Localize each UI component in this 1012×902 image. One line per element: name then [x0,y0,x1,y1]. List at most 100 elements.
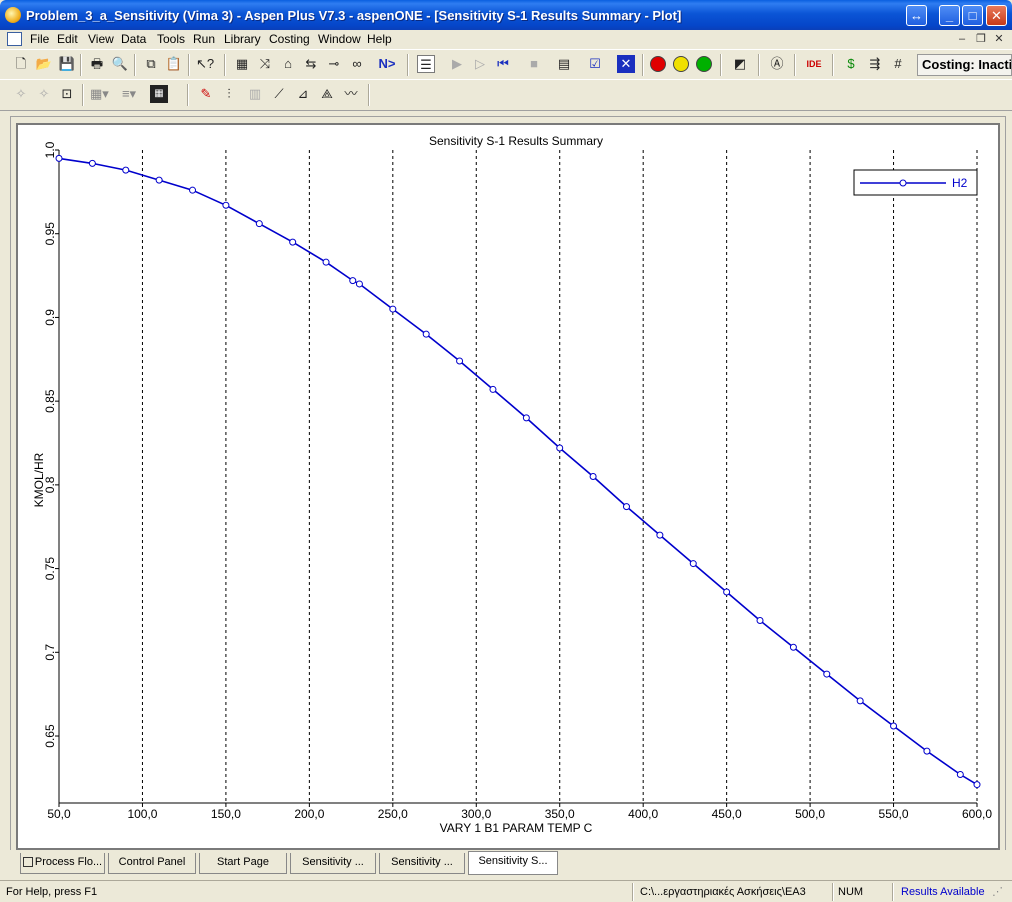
yellow-status-icon[interactable] [673,56,689,72]
new-file-icon[interactable]: 🗋 [12,55,30,73]
menu-window[interactable]: Window [318,32,361,46]
x-tick-label: 300,0 [461,807,491,821]
zoom-out-icon[interactable]: ✧ [35,85,53,103]
menu-library[interactable]: Library [224,32,261,46]
mdi-restore-button[interactable]: ❐ [974,32,988,46]
display-plot-icon[interactable]: ▥ [246,85,264,103]
parametric-plot-icon[interactable]: ⫶ [220,85,238,103]
energy-analyzer-icon[interactable]: IDE [805,55,823,73]
grid-icon[interactable]: # [889,55,907,73]
document-icon[interactable] [7,32,22,46]
data-point [155,176,163,184]
menu-view[interactable]: View [88,32,114,46]
data-browser-icon[interactable]: ▦ [233,55,251,73]
series-h2 [55,154,981,789]
paste-icon[interactable]: 📋 [165,55,183,73]
toolbar-separator [832,54,834,76]
reconcile-icon[interactable]: ⇆ [302,55,320,73]
data-point [656,531,664,539]
data-point [55,154,63,162]
status-separator [832,883,834,901]
close-button[interactable]: ✕ [986,5,1007,26]
line-style-dropdown-icon[interactable]: ≡▾ [120,85,138,103]
data-point [823,670,831,678]
calculator-icon[interactable]: ∞ [348,55,366,73]
reinitialize-icon[interactable]: ⏮ [494,55,512,73]
y-tick-label: 1.0 [43,141,57,158]
plot-axes-icon[interactable]: ⊿ [294,85,312,103]
stop-icon[interactable]: ■ [525,55,543,73]
flowsheet-connect-icon[interactable]: ⤨ [256,55,274,73]
menu-file[interactable]: File [30,32,49,46]
menu-run[interactable]: Run [193,32,215,46]
save-icon[interactable]: 💾 [58,55,76,73]
menu-costing[interactable]: Costing [269,32,310,46]
stream-icon[interactable]: ⌂ [279,55,297,73]
tab-sensitivity-1[interactable]: Sensitivity ... [290,853,376,874]
data-point [189,186,197,194]
status-file-path: C:\...εργαστηριακές Ασκήσεις\EA3 [640,886,806,898]
toolbar-separator [187,84,189,106]
menu-data[interactable]: Data [121,32,146,46]
menu-help[interactable]: Help [367,32,392,46]
check-results-icon[interactable]: ☑ [586,55,604,73]
map-icon[interactable]: ⇶ [866,55,884,73]
chart-title: Sensitivity S-1 Results Summary [429,134,603,148]
status-help-text: For Help, press F1 [6,886,98,898]
copy-icon[interactable]: ⧉ [142,55,160,73]
aspen-logo-icon[interactable]: Ⓐ [768,55,786,73]
step-icon[interactable]: ▷ [471,55,489,73]
tab-start-page[interactable]: Start Page [199,853,287,874]
analysis-icon[interactable]: ◩ [731,55,749,73]
control-panel-icon[interactable]: ☰ [417,55,435,73]
mdi-minimize-button[interactable]: – [955,32,969,46]
plot-curve-icon[interactable]: ⟋ [270,85,288,103]
zoom-full-icon[interactable]: ⊡ [58,85,76,103]
green-status-icon[interactable] [696,56,712,72]
aspen-app-icon[interactable] [5,7,21,23]
tab-control-panel[interactable]: Control Panel [108,853,196,874]
plot-line-icon[interactable]: ⟁ [318,85,336,103]
results-icon[interactable]: ▤ [555,55,573,73]
tab-process-flowsheet[interactable]: Process Flo... [20,853,105,874]
tab-sensitivity-plot[interactable]: Sensitivity S... [468,851,558,875]
print-preview-icon[interactable]: 🔍 [111,55,129,73]
plot-compare-icon[interactable]: 〰 [342,85,360,103]
resize-icon[interactable]: ↔ [906,5,927,26]
plot-wizard-icon[interactable]: ✎ [197,85,215,103]
red-status-icon[interactable] [650,56,666,72]
plot-toolbar: ✧ ✧ ⊡ ▦▾ ≡▾ ▦ ✎ ⫶ ▥ ⟋ ⊿ ⟁ 〰 [0,79,1012,111]
sensitivity-plot[interactable]: 50,0 100,0 150,0 200,0 250,0 300,0 350,0 400,0 4… [16,123,1000,850]
plot-area-dropdown-icon[interactable]: ▦▾ [90,85,109,103]
legend[interactable]: H2 [853,169,978,196]
title-bar[interactable]: Problem_3_a_Sensitivity (Vima 3) - Aspen… [0,0,1012,30]
data-point [689,560,697,568]
costing-status-field[interactable]: Costing: Inactive [917,54,1012,76]
next-button[interactable]: N> [378,55,396,73]
costing-icon[interactable]: $ [842,55,860,73]
x-tick-label: 100,0 [127,807,157,821]
tab-sensitivity-2[interactable]: Sensitivity ... [379,853,465,874]
zoom-in-icon[interactable]: ✧ [12,85,30,103]
menu-tools[interactable]: Tools [157,32,185,46]
toolbar-separator [368,84,370,106]
data-point [622,503,630,511]
data-point [389,305,397,313]
x-tick-label: 550,0 [879,807,909,821]
minimize-button[interactable]: _ [939,5,960,26]
open-folder-icon[interactable]: 📂 [35,55,53,73]
data-point [589,473,597,480]
whats-this-help-icon[interactable]: ↖? [196,55,214,73]
process-flowsheet-icon [22,857,33,868]
cancel-icon[interactable]: ✕ [617,55,635,73]
mdi-close-button[interactable]: ✕ [992,32,1006,46]
print-icon[interactable]: 🖶 [88,55,106,73]
maximize-button[interactable]: □ [962,5,983,26]
resize-grip-icon[interactable]: ⋰ [992,884,1003,900]
menu-edit[interactable]: Edit [57,32,78,46]
plot-table-icon[interactable]: ▦ [150,85,168,103]
sensitivity-icon[interactable]: ⊸ [325,55,343,73]
run-icon[interactable]: ▶ [448,55,466,73]
data-point [88,159,96,167]
toolbar-separator [224,54,226,76]
